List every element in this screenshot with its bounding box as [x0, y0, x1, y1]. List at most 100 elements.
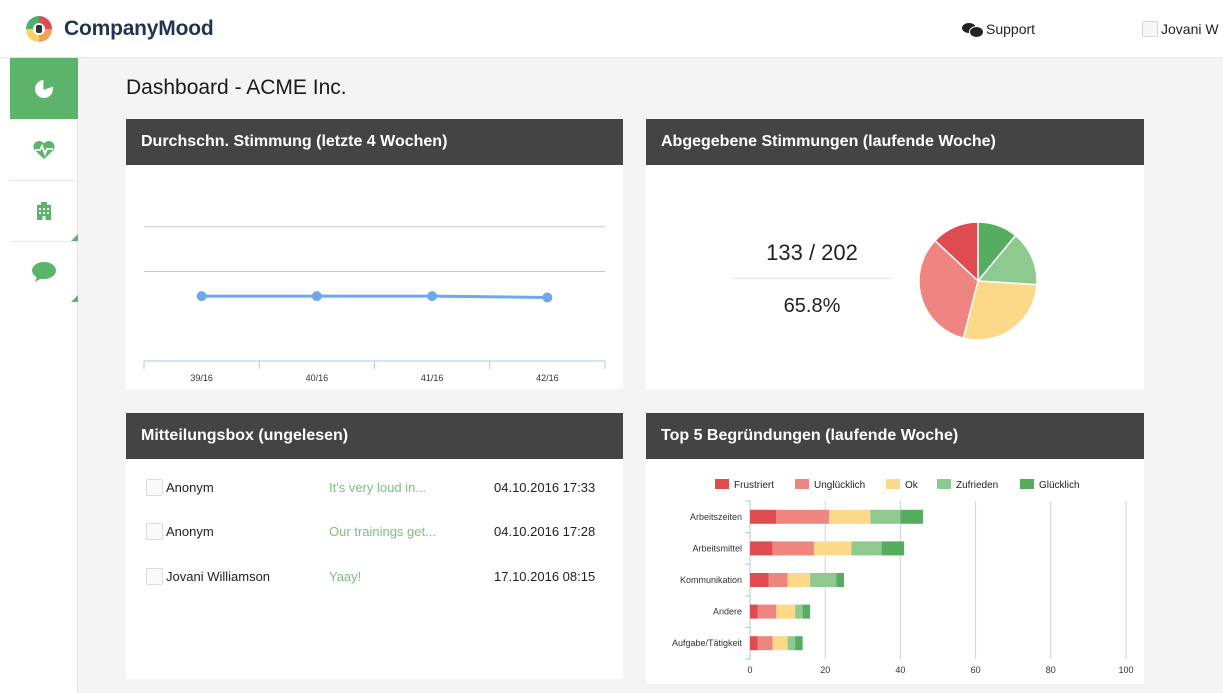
legend-label[interactable]: Frustriert [734, 480, 774, 491]
mood-pie-chart [918, 221, 1038, 341]
bar-segment-zufrieden[interactable] [795, 604, 803, 619]
bar-segment-frustriert[interactable] [750, 509, 777, 524]
avatar-icon [146, 522, 163, 540]
sidebar-item-dashboard[interactable] [10, 58, 78, 119]
x-tick-label: 40/16 [306, 373, 329, 383]
chat-icon [962, 22, 984, 38]
bar-segment-ok[interactable] [772, 636, 788, 651]
message-date: 04.10.2016 17:33 [494, 479, 596, 495]
reasons-bar-chart: 0 20 40 60 80 100 Arbeitszeiten Arbeitsmittel Ko… [672, 479, 1134, 675]
legend-swatch [886, 479, 900, 489]
mood-line-chart: 39/16 40/16 41/16 42/16 [143, 226, 606, 383]
bar-segment-glücklich[interactable] [900, 509, 923, 524]
chat-bubble-icon [32, 262, 56, 282]
sidebar [0, 58, 78, 693]
avatar-icon [146, 567, 163, 585]
sidebar-item-messages[interactable] [10, 241, 78, 302]
sidebar-item-company[interactable] [10, 180, 78, 241]
legend-label[interactable]: Ok [905, 480, 919, 491]
bar-segment-frustriert[interactable] [750, 541, 773, 556]
message-preview[interactable]: Our trainings get... [329, 524, 436, 539]
x-tick-label: 42/16 [536, 373, 559, 383]
user-menu[interactable]: Jovani W [1142, 21, 1219, 37]
avatar-icon [146, 478, 163, 496]
bar-segment-frustriert[interactable] [750, 573, 769, 587]
bar-segment-ok[interactable] [787, 573, 811, 587]
legend-swatch [937, 479, 951, 489]
page-title: Dashboard - ACME Inc. [126, 76, 347, 99]
legend-label[interactable]: Glücklich [1039, 480, 1080, 491]
bar-segment-zufrieden[interactable] [810, 573, 837, 587]
bar-segment-unglücklich[interactable] [772, 541, 814, 556]
x-tick-label: 20 [820, 665, 830, 675]
messages-card: Mitteilungsbox (ungelesen) Anonym It's ve… [126, 413, 623, 679]
y-tick-label: Arbeitsmittel [692, 543, 742, 553]
bar-segment-glücklich[interactable] [836, 573, 844, 587]
avatar [1142, 21, 1158, 37]
submenu-indicator [71, 295, 78, 302]
legend-swatch [715, 479, 729, 489]
reasons-title: Top 5 Begründungen (laufende Woche) [646, 413, 1144, 459]
mood-chart-card: Durchschn. Stimmung (letzte 4 Wochen) 39… [126, 119, 623, 389]
logo[interactable]: CompanyMood [26, 16, 214, 42]
legend-swatch [795, 479, 809, 489]
legend-swatch [1020, 479, 1034, 489]
reasons-card: Top 5 Begründungen (laufende Woche) 0 20 4… [646, 413, 1144, 684]
pie-chart-icon [35, 78, 54, 98]
message-preview[interactable]: It's very loud in... [329, 480, 426, 495]
bar-segment-frustriert[interactable] [750, 604, 758, 619]
message-sender: Anonym [166, 479, 214, 495]
legend-label[interactable]: Unglücklich [814, 480, 865, 491]
bar-segment-ok[interactable] [776, 604, 796, 619]
y-tick-label: Kommunikation [680, 575, 742, 585]
user-name: Jovani W [1161, 21, 1219, 37]
message-row[interactable]: Anonym It's very loud in... 04.10.2016 17:… [126, 477, 623, 497]
y-tick-label: Arbeitszeiten [690, 512, 742, 522]
data-point[interactable] [311, 291, 322, 302]
bar-segment-glücklich[interactable] [881, 541, 905, 556]
message-date: 04.10.2016 17:28 [494, 523, 596, 539]
building-icon [37, 202, 51, 220]
message-row[interactable]: Jovani Williamson Yaay! 17.10.2016 08:15 [126, 566, 623, 586]
x-tick-label: 60 [971, 665, 981, 675]
mood-chart-title: Durchschn. Stimmung (letzte 4 Wochen) [126, 119, 623, 165]
support-link[interactable]: Support [962, 21, 1036, 38]
app-name: CompanyMood [64, 17, 214, 40]
data-point[interactable] [542, 292, 553, 303]
bar-segment-ok[interactable] [813, 541, 852, 556]
heartbeat-icon [33, 140, 55, 159]
bar-segment-ok[interactable] [828, 509, 871, 524]
x-tick-label: 39/16 [190, 373, 213, 383]
data-point[interactable] [427, 291, 438, 302]
bar-segment-unglücklich[interactable] [757, 604, 777, 619]
sidebar-item-mood[interactable] [10, 119, 78, 180]
bar-segment-zufrieden[interactable] [870, 509, 901, 524]
submitted-card: Abgegebene Stimmungen (laufende Woche) 1… [646, 119, 1144, 389]
submitted-title: Abgegebene Stimmungen (laufende Woche) [646, 119, 1144, 165]
submenu-indicator [71, 234, 78, 241]
message-preview[interactable]: Yaay! [329, 569, 361, 584]
message-row[interactable]: Anonym Our trainings get... 04.10.2016 17:… [126, 521, 623, 541]
bar-segment-zufrieden[interactable] [851, 541, 882, 556]
x-tick-label: 0 [747, 665, 752, 675]
message-list: Anonym It's very loud in... 04.10.2016 17:… [126, 459, 623, 679]
bar-segment-unglücklich[interactable] [757, 636, 773, 651]
legend-label[interactable]: Zufrieden [956, 480, 998, 491]
logo-icon [26, 16, 52, 42]
top-bar: CompanyMood Support Jovani W [0, 0, 1223, 58]
x-tick-label: 40 [895, 665, 905, 675]
bar-segment-zufrieden[interactable] [787, 636, 796, 651]
submitted-percent: 65.8% [783, 295, 841, 317]
bar-segment-glücklich[interactable] [802, 604, 811, 619]
bar-segment-unglücklich[interactable] [776, 509, 829, 524]
bar-segment-frustriert[interactable] [750, 636, 758, 651]
message-sender: Anonym [166, 523, 214, 539]
support-label: Support [986, 21, 1036, 37]
bar-segment-glücklich[interactable] [795, 636, 803, 651]
data-point[interactable] [196, 291, 207, 302]
x-tick-label: 100 [1118, 665, 1133, 675]
series-line [201, 294, 548, 299]
bar-segment-unglücklich[interactable] [768, 573, 788, 587]
x-tick-label: 41/16 [421, 373, 444, 383]
divider [732, 278, 892, 279]
